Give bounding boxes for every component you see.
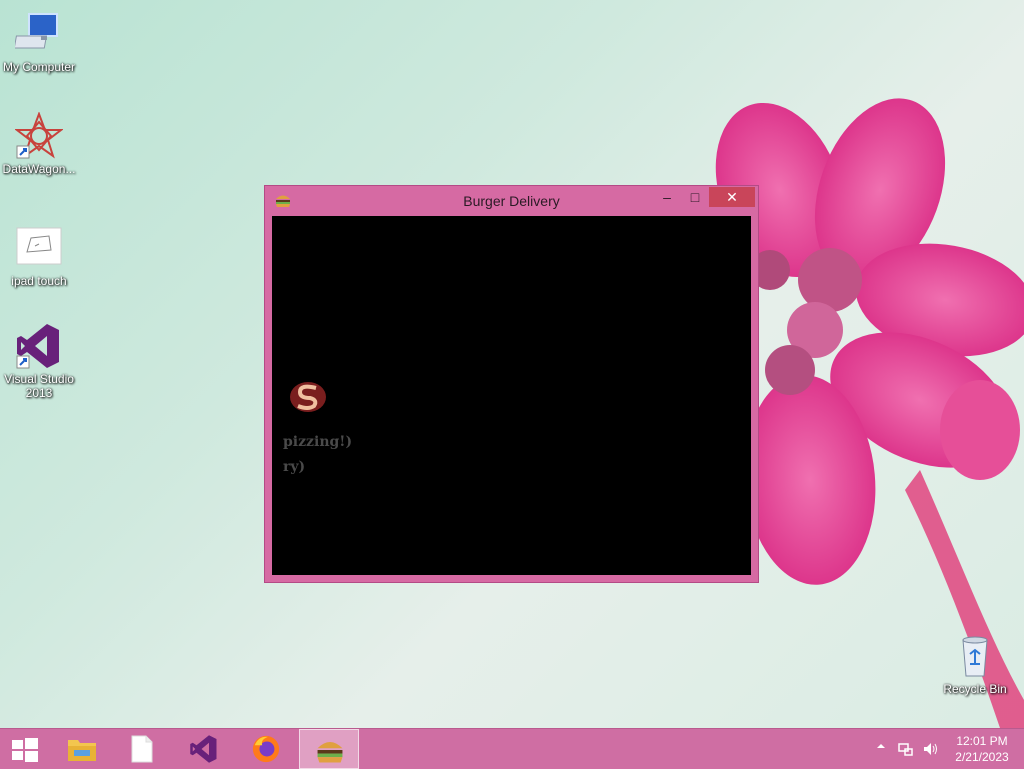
- desktop-icon-label: Visual Studio 2013: [4, 372, 74, 400]
- desktop-icon-label: ipad touch: [11, 274, 67, 288]
- clock-time: 12:01 PM: [956, 734, 1008, 748]
- system-clock[interactable]: 12:01 PM 2/21/2023: [942, 733, 1022, 765]
- taskbar-firefox[interactable]: [236, 729, 296, 769]
- volume-icon[interactable]: [922, 741, 938, 757]
- clock-date: 2/21/2023: [955, 750, 1009, 764]
- taskbar-burger-delivery[interactable]: [299, 729, 359, 769]
- desktop-icon-label: Recycle Bin: [943, 682, 1007, 696]
- taskbar-blank-document[interactable]: [112, 729, 172, 769]
- desktop-icon-my-computer[interactable]: My Computer: [0, 10, 78, 74]
- datawagon-star-icon: [14, 111, 64, 160]
- game-text-line: pizzing!): [283, 434, 353, 450]
- maximize-button[interactable]: □: [681, 187, 709, 207]
- document-icon: [131, 735, 153, 763]
- burger-icon: [317, 742, 343, 763]
- visual-studio-icon: [190, 735, 217, 763]
- show-hidden-icons-icon[interactable]: [876, 741, 886, 751]
- firefox-icon: [252, 735, 280, 763]
- desktop-icon-ipad-touch[interactable]: ipad touch: [0, 224, 78, 288]
- network-icon[interactable]: [898, 741, 914, 757]
- visual-studio-icon: [15, 322, 63, 370]
- game-sprite: [290, 382, 326, 412]
- desktop-icon-label: DataWagon...: [2, 162, 76, 176]
- game-canvas[interactable]: pizzing!) ry): [272, 216, 751, 575]
- close-button[interactable]: ✕: [709, 187, 755, 207]
- windows-logo-icon: [12, 738, 38, 762]
- window-titlebar[interactable]: Burger Delivery – □ ✕: [265, 186, 758, 216]
- burger-delivery-window[interactable]: Burger Delivery – □ ✕ pizzing!) ry): [264, 185, 759, 583]
- taskbar: 12:01 PM 2/21/2023: [0, 728, 1024, 769]
- game-text-line: ry): [283, 459, 306, 475]
- computer-icon: [13, 10, 63, 58]
- desktop-icon-datawagon[interactable]: DataWagon...: [0, 111, 78, 176]
- desktop-icon-recycle-bin[interactable]: Recycle Bin: [936, 632, 1014, 696]
- minimize-button[interactable]: –: [653, 187, 681, 207]
- taskbar-visual-studio[interactable]: [174, 729, 234, 769]
- taskbar-file-explorer[interactable]: [52, 729, 112, 769]
- start-button[interactable]: [0, 729, 54, 769]
- desktop-icon-label: My Computer: [2, 60, 76, 74]
- folder-icon: [68, 740, 96, 761]
- image-file-icon: [15, 224, 63, 272]
- desktop-icon-visual-studio[interactable]: Visual Studio 2013: [0, 322, 78, 400]
- recycle-bin-icon: [951, 632, 999, 680]
